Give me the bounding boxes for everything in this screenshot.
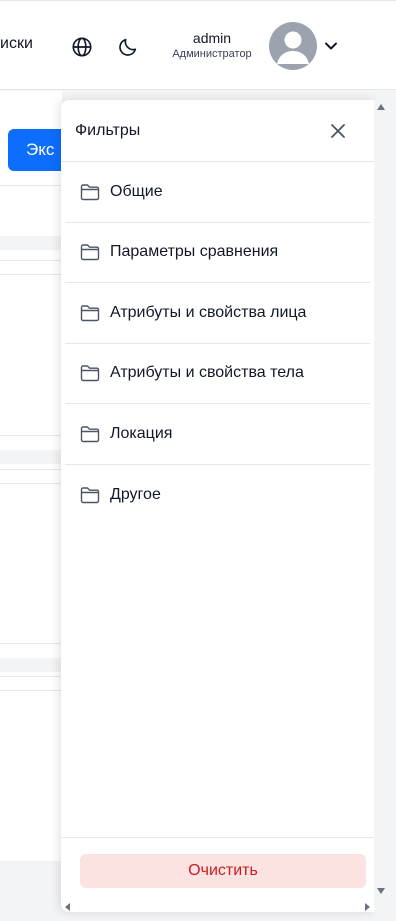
filter-group-label: Другое [110,485,161,503]
filters-title: Фильтры [75,122,141,139]
filter-group-label: Локация [110,424,173,442]
table-separator [0,658,62,672]
folder-icon [80,426,100,442]
scrollbar-arrows-icon [377,104,385,894]
filter-group-label: Общие [110,182,163,200]
divider [0,469,62,470]
divider [0,643,62,644]
user-info[interactable]: admin Администратор [160,29,264,61]
filter-group-list: Общие Параметры сравнения Атрибуты и сво… [65,162,370,525]
filter-group-label: Атрибуты и свойства лица [110,303,307,321]
divider [0,274,62,275]
chevron-down-icon[interactable] [322,37,340,55]
divider [0,185,62,186]
folder-icon [80,184,100,200]
user-role: Администратор [172,48,252,60]
globe-icon[interactable] [70,35,94,59]
filter-group-general[interactable]: Общие [65,162,370,223]
folder-icon [80,365,100,382]
user-name: admin [192,30,232,46]
filter-group-comparison-params[interactable]: Параметры сравнения [65,223,370,283]
divider [0,676,62,677]
divider [0,260,62,261]
horizontal-scrollbar[interactable] [61,900,374,914]
filter-group-other[interactable]: Другое [65,465,370,526]
divider [0,483,62,484]
filters-panel: Фильтры Общие Параметры сравнения Атрибу… [61,100,374,912]
scrollbar-arrows-icon [65,903,370,911]
main-content-background [0,91,62,861]
filter-group-label: Атрибуты и свойства тела [110,364,304,382]
divider [0,690,62,691]
folder-icon [80,244,100,261]
table-separator [0,450,62,464]
filter-group-label: Параметры сравнения [110,243,279,261]
filter-group-location[interactable]: Локация [65,404,370,465]
nav-link-partial[interactable]: иски [0,35,33,53]
clear-filters-button[interactable]: Очистить [80,854,366,888]
folder-icon [80,487,100,503]
filters-panel-header: Фильтры [61,100,374,162]
filter-group-face-attributes[interactable]: Атрибуты и свойства лица [65,283,370,344]
vertical-scrollbar[interactable] [374,100,388,912]
close-icon[interactable] [327,120,349,142]
moon-icon[interactable] [116,35,140,59]
avatar-icon[interactable] [269,22,317,70]
divider [0,435,62,436]
top-header: иски admin Администратор [0,0,396,90]
table-separator [0,236,62,250]
filter-group-body-attributes[interactable]: Атрибуты и свойства тела [65,344,370,404]
folder-icon [80,305,100,321]
